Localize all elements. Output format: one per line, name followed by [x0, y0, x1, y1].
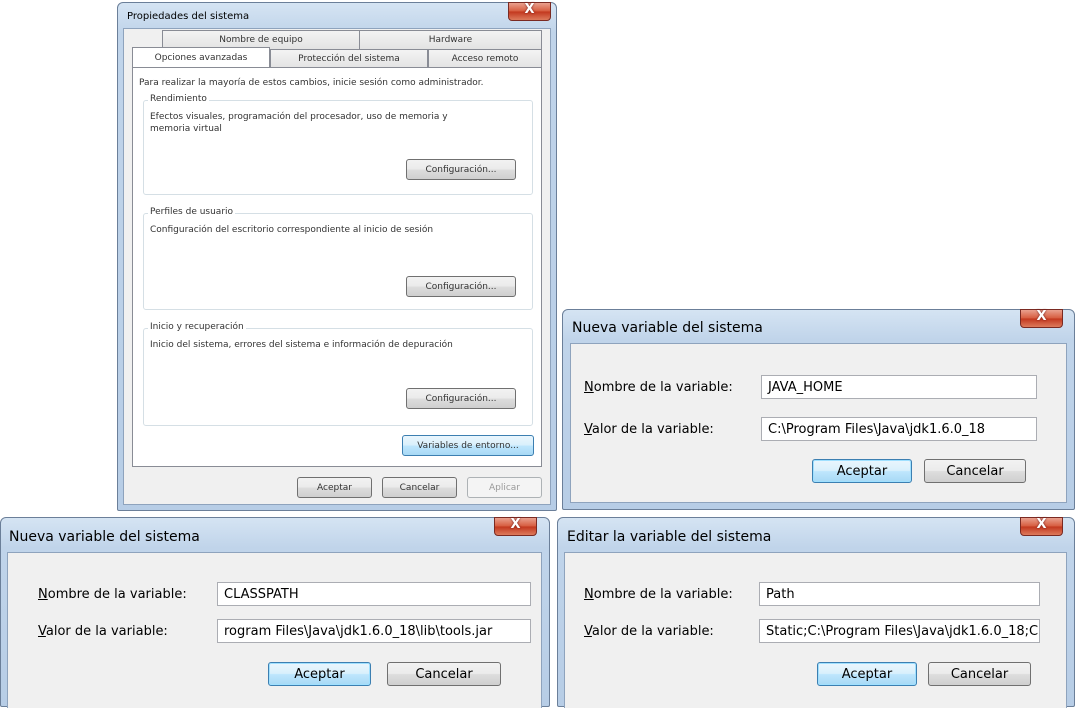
variable-value-input[interactable]: C:\Program Files\Java\jdk1.6.0_18 — [761, 417, 1037, 441]
new-variable-java-home-dialog: Nueva variable del sistema X Nombre de l… — [562, 309, 1075, 510]
button-label: Cancelar — [399, 482, 440, 493]
cancel-button[interactable]: Cancelar — [924, 459, 1026, 483]
variable-value-label: Valor de la variable: — [38, 624, 168, 639]
tab-label: Acceso remoto — [451, 54, 519, 64]
close-button[interactable]: X — [1020, 309, 1063, 328]
dialog-body: Nombre de la variable: Valor de la varia… — [570, 343, 1067, 503]
button-label: Aceptar — [836, 463, 888, 479]
ok-button[interactable]: Aceptar — [812, 459, 912, 483]
label-text: alor de la variable: — [45, 624, 168, 639]
button-label: Variables de entorno... — [417, 440, 519, 451]
edit-variable-path-dialog: Editar la variable del sistema X Nombre … — [557, 517, 1075, 708]
group-description: Inicio del sistema, errores del sistema … — [150, 340, 453, 350]
group-label: Rendimiento — [148, 94, 209, 104]
group-label: Inicio y recuperación — [148, 322, 246, 332]
variable-name-input[interactable]: Path — [759, 582, 1040, 606]
dialog-body: Nombre de la variable: Valor de la varia… — [564, 552, 1067, 708]
dialog-body: Nombre de equipo Hardware Opciones avanz… — [123, 28, 551, 505]
group-perfiles-de-usuario: Perfiles de usuario Configuración del es… — [143, 207, 533, 310]
variable-value-label: Valor de la variable: — [584, 624, 714, 639]
tab-label: Hardware — [428, 35, 473, 45]
group-inicio-y-recuperacion: Inicio y recuperación Inicio del sistema… — [143, 322, 533, 426]
new-variable-classpath-dialog: Nueva variable del sistema X Nombre de l… — [0, 517, 550, 708]
button-label: Cancelar — [415, 666, 473, 682]
label-text: ombre de la variable: — [47, 587, 187, 602]
group-label: Perfiles de usuario — [148, 207, 236, 217]
window-title: Editar la variable del sistema — [567, 529, 772, 545]
button-label: Aceptar — [294, 666, 345, 682]
group-description: Efectos visuales, programación del proce… — [150, 112, 448, 134]
system-properties-window: Propiedades del sistema X Nombre de equi… — [117, 2, 557, 511]
tab-label: Opciones avanzadas — [154, 53, 248, 63]
tab-acceso-remoto[interactable]: Acceso remoto — [428, 49, 542, 68]
variable-value-input[interactable]: rogram Files\Java\jdk1.6.0_18\lib\tools.… — [217, 619, 531, 643]
close-button[interactable]: X — [508, 2, 551, 21]
apply-button[interactable]: Aplicar — [467, 477, 542, 498]
dialog-body: Nombre de la variable: Valor de la varia… — [7, 552, 542, 708]
variable-value-label: Valor de la variable: — [584, 422, 714, 437]
tab-opciones-avanzadas[interactable]: Opciones avanzadas — [132, 47, 270, 68]
cancel-button[interactable]: Cancelar — [928, 662, 1031, 686]
title-bar[interactable]: Nueva variable del sistema X — [1, 517, 549, 550]
button-label: Aplicar — [488, 482, 521, 493]
ok-button[interactable]: Aceptar — [817, 662, 917, 686]
variable-value-input[interactable]: Static;C:\Program Files\Java\jdk1.6.0_18… — [759, 619, 1040, 643]
variable-name-input[interactable]: JAVA_HOME — [761, 375, 1037, 399]
tab-label: Nombre de equipo — [219, 35, 303, 45]
startup-recovery-settings-button[interactable]: Configuración... — [406, 388, 516, 409]
window-title: Nueva variable del sistema — [572, 320, 763, 336]
tab-hardware[interactable]: Hardware — [359, 30, 542, 49]
label-text: alor de la variable: — [591, 422, 714, 437]
tab-panel: Para realizar la mayoría de estos cambio… — [132, 67, 542, 467]
button-label: Configuración... — [425, 393, 497, 404]
window-title: Nueva variable del sistema — [9, 529, 200, 545]
admin-note: Para realizar la mayoría de estos cambio… — [139, 78, 484, 88]
group-rendimiento: Rendimiento Efectos visuales, programaci… — [143, 94, 533, 195]
button-label: Aceptar — [317, 482, 352, 493]
close-button[interactable]: X — [1020, 517, 1063, 536]
button-label: Configuración... — [425, 164, 497, 175]
close-button[interactable]: X — [494, 517, 537, 536]
variable-name-label: Nombre de la variable: — [584, 380, 733, 395]
button-label: Configuración... — [425, 281, 497, 292]
button-label: Cancelar — [946, 463, 1004, 479]
label-text: ombre de la variable: — [593, 587, 733, 602]
close-icon: X — [1036, 309, 1047, 324]
tab-label: Protección del sistema — [298, 54, 400, 64]
tab-proteccion-del-sistema[interactable]: Protección del sistema — [270, 49, 428, 68]
label-text: ombre de la variable: — [593, 380, 733, 395]
variable-name-label: Nombre de la variable: — [584, 587, 733, 602]
performance-settings-button[interactable]: Configuración... — [406, 159, 516, 180]
environment-variables-button[interactable]: Variables de entorno... — [402, 435, 534, 456]
user-profiles-settings-button[interactable]: Configuración... — [406, 276, 516, 297]
ok-button[interactable]: Aceptar — [268, 662, 371, 686]
close-icon: X — [524, 2, 535, 17]
cancel-button[interactable]: Cancelar — [382, 477, 457, 498]
close-icon: X — [1036, 517, 1047, 532]
button-label: Cancelar — [950, 666, 1009, 682]
button-label: Aceptar — [841, 666, 893, 682]
title-bar[interactable]: Editar la variable del sistema X — [558, 517, 1074, 550]
group-description: Configuración del escritorio correspondi… — [150, 225, 434, 235]
label-text: alor de la variable: — [591, 624, 714, 639]
variable-name-input[interactable]: CLASSPATH — [217, 582, 531, 606]
cancel-button[interactable]: Cancelar — [387, 662, 501, 686]
title-bar[interactable]: Nueva variable del sistema X — [563, 309, 1074, 342]
ok-button[interactable]: Aceptar — [297, 477, 372, 498]
window-title: Propiedades del sistema — [127, 11, 250, 22]
variable-name-label: Nombre de la variable: — [38, 587, 187, 602]
close-icon: X — [510, 517, 521, 532]
